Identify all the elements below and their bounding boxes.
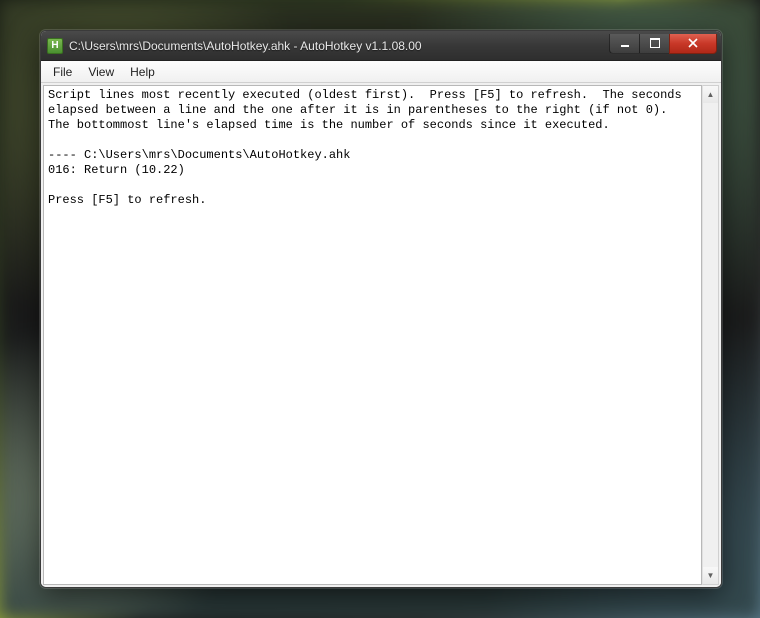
titlebar[interactable]: H C:\Users\mrs\Documents\AutoHotkey.ahk …: [41, 31, 721, 61]
content-area: Script lines most recently executed (old…: [41, 83, 721, 587]
menubar: File View Help: [41, 61, 721, 83]
app-icon: H: [47, 38, 63, 54]
window-title: C:\Users\mrs\Documents\AutoHotkey.ahk - …: [69, 39, 609, 53]
menu-view[interactable]: View: [80, 63, 122, 81]
close-icon: [688, 38, 698, 48]
scroll-track[interactable]: [703, 103, 718, 567]
script-output-text[interactable]: Script lines most recently executed (old…: [43, 85, 702, 585]
app-window: H C:\Users\mrs\Documents\AutoHotkey.ahk …: [40, 30, 722, 588]
vertical-scrollbar[interactable]: ▲ ▼: [702, 85, 719, 585]
menu-help[interactable]: Help: [122, 63, 163, 81]
minimize-button[interactable]: [609, 34, 639, 54]
menu-file[interactable]: File: [45, 63, 80, 81]
maximize-button[interactable]: [639, 34, 669, 54]
window-controls: [609, 34, 717, 54]
scroll-down-arrow-icon[interactable]: ▼: [703, 567, 718, 584]
close-button[interactable]: [669, 34, 717, 54]
scroll-up-arrow-icon[interactable]: ▲: [703, 86, 718, 103]
